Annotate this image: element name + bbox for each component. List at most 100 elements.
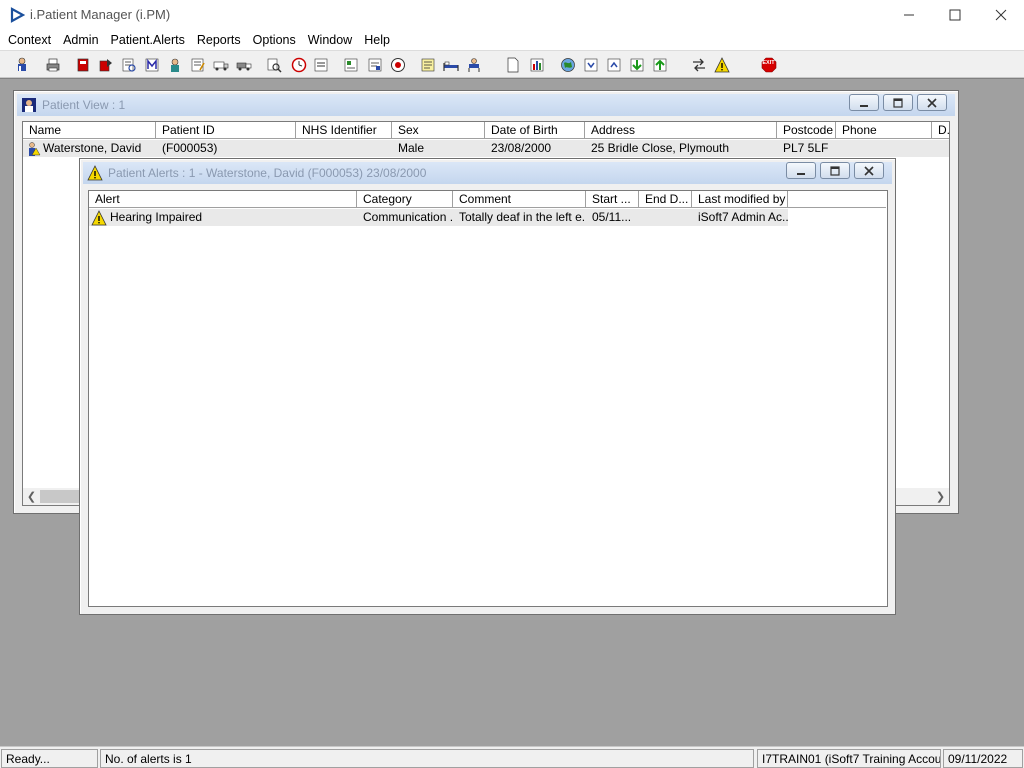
download-green-icon[interactable]: [626, 54, 647, 75]
cell-alert: Hearing Impaired: [89, 209, 357, 226]
patient-view-icon: [22, 98, 36, 112]
mdi-workspace: Patient View : 1 Name Patient ID NHS Ide…: [0, 78, 1024, 746]
menu-window[interactable]: Window: [302, 33, 358, 47]
column-category[interactable]: Category: [357, 191, 453, 208]
printer-icon[interactable]: [42, 54, 63, 75]
document-edit-icon[interactable]: [364, 54, 385, 75]
column-last-modified-by[interactable]: Last modified by: [692, 191, 788, 208]
column-postcode[interactable]: Postcode: [777, 122, 836, 139]
scroll-right-icon[interactable]: ❯: [932, 488, 949, 505]
transfer-icon[interactable]: [688, 54, 709, 75]
alerts-list-header: Alert Category Comment Start ... End D..…: [89, 191, 886, 208]
menu-patient-alerts[interactable]: Patient.Alerts: [105, 33, 191, 47]
cell-patient-id: (F000053): [162, 141, 218, 155]
column-phone[interactable]: Phone: [836, 122, 932, 139]
patient-alerts-minimize-button[interactable]: [786, 162, 816, 179]
search-icon[interactable]: [263, 54, 284, 75]
column-name[interactable]: Name: [23, 122, 156, 139]
status-ready: Ready...: [1, 749, 98, 768]
patient-alerts-window: Patient Alerts : 1 - Waterstone, David (…: [79, 158, 896, 615]
close-icon: [995, 9, 1007, 21]
column-comment[interactable]: Comment: [453, 191, 586, 208]
cell-sex: Male: [398, 141, 425, 155]
menu-admin[interactable]: Admin: [57, 33, 104, 47]
table-row[interactable]: Hearing Impaired Communication ... Total…: [89, 209, 788, 226]
doctor-icon[interactable]: [164, 54, 185, 75]
patient-view-title: Patient View : 1: [42, 98, 126, 112]
report-icon[interactable]: [417, 54, 438, 75]
table-row[interactable]: Waterstone, David (F000053) Male 23/08/2…: [23, 140, 949, 157]
status-alerts-count: No. of alerts is 1: [100, 749, 754, 768]
menu-context[interactable]: Context: [2, 33, 57, 47]
patient-alerts-close-button[interactable]: [854, 162, 884, 179]
column-patient-id[interactable]: Patient ID: [156, 122, 296, 139]
menu-help[interactable]: Help: [358, 33, 396, 47]
close-icon: [927, 97, 937, 108]
alert-warning-icon: [87, 165, 103, 181]
document-icon[interactable]: [340, 54, 361, 75]
patient-alerts-title-bar: Patient Alerts : 1 - Waterstone, David (…: [83, 162, 892, 184]
cell-last-modified-by: iSoft7 Admin Ac...: [698, 210, 788, 224]
inbox-icon[interactable]: [580, 54, 601, 75]
menu-options[interactable]: Options: [247, 33, 302, 47]
minimize-icon: [797, 172, 805, 175]
column-start-date[interactable]: Start ...: [586, 191, 639, 208]
globe-icon[interactable]: [557, 54, 578, 75]
warning-icon: [91, 209, 107, 225]
minimize-icon: [904, 14, 914, 16]
cell-phone: [836, 140, 932, 157]
exit-label: EXIT: [762, 60, 775, 66]
ambulance-icon[interactable]: [210, 54, 231, 75]
search-list-icon[interactable]: [118, 54, 139, 75]
transport-icon[interactable]: [233, 54, 254, 75]
app-title: i.Patient Manager (i.PM): [30, 7, 171, 22]
column-d[interactable]: D...: [932, 122, 949, 139]
dial-icon[interactable]: [387, 54, 408, 75]
column-sex[interactable]: Sex: [392, 122, 485, 139]
app-logo-icon: [10, 7, 25, 23]
maximize-button[interactable]: [932, 0, 978, 30]
warning-icon[interactable]: [711, 54, 732, 75]
menu-reports[interactable]: Reports: [191, 33, 247, 47]
page-icon[interactable]: [502, 54, 523, 75]
status-account: I7TRAIN01 (iSoft7 Training Account): [757, 749, 941, 768]
column-nhs-identifier[interactable]: NHS Identifier: [296, 122, 392, 139]
minimize-icon: [860, 104, 868, 107]
mail-icon[interactable]: [141, 54, 162, 75]
bar-chart-icon[interactable]: [526, 54, 547, 75]
referral-icon[interactable]: [95, 54, 116, 75]
column-alert[interactable]: Alert: [89, 191, 357, 208]
scroll-thumb[interactable]: [40, 490, 80, 503]
patient-alerts-restore-button[interactable]: [820, 162, 850, 179]
cell-end-date: [639, 209, 692, 226]
waiting-icon[interactable]: [463, 54, 484, 75]
maximize-icon: [949, 9, 961, 21]
book-icon[interactable]: [72, 54, 93, 75]
cell-postcode: PL7 5LF: [783, 141, 829, 155]
patient-view-restore-button[interactable]: [883, 94, 913, 111]
list-icon[interactable]: [310, 54, 331, 75]
exit-icon[interactable]: EXIT: [758, 54, 779, 75]
column-end-date[interactable]: End D...: [639, 191, 692, 208]
column-address[interactable]: Address: [585, 122, 777, 139]
restore-icon: [893, 97, 903, 108]
cell-d: [932, 140, 949, 157]
patient-icon[interactable]: [11, 54, 32, 75]
status-bar: Ready... No. of alerts is 1 I7TRAIN01 (i…: [0, 746, 1024, 768]
scroll-left-icon[interactable]: ❮: [23, 488, 40, 505]
patient-view-close-button[interactable]: [917, 94, 947, 111]
upload-green-icon[interactable]: [649, 54, 670, 75]
bed-icon[interactable]: [440, 54, 461, 75]
patient-view-minimize-button[interactable]: [849, 94, 879, 111]
clock-icon[interactable]: [288, 54, 309, 75]
minimize-button[interactable]: [886, 0, 932, 30]
notes-icon[interactable]: [187, 54, 208, 75]
inbox-out-icon[interactable]: [603, 54, 624, 75]
column-date-of-birth[interactable]: Date of Birth: [485, 122, 585, 139]
cell-nhs-identifier: [296, 140, 392, 157]
cell-comment: Totally deaf in the left e...: [459, 210, 586, 224]
cell-start-date: 05/11...: [592, 210, 632, 224]
close-button[interactable]: [978, 0, 1024, 30]
patient-view-title-bar: Patient View : 1: [17, 94, 955, 116]
app-title-bar: i.Patient Manager (i.PM): [0, 0, 1024, 30]
